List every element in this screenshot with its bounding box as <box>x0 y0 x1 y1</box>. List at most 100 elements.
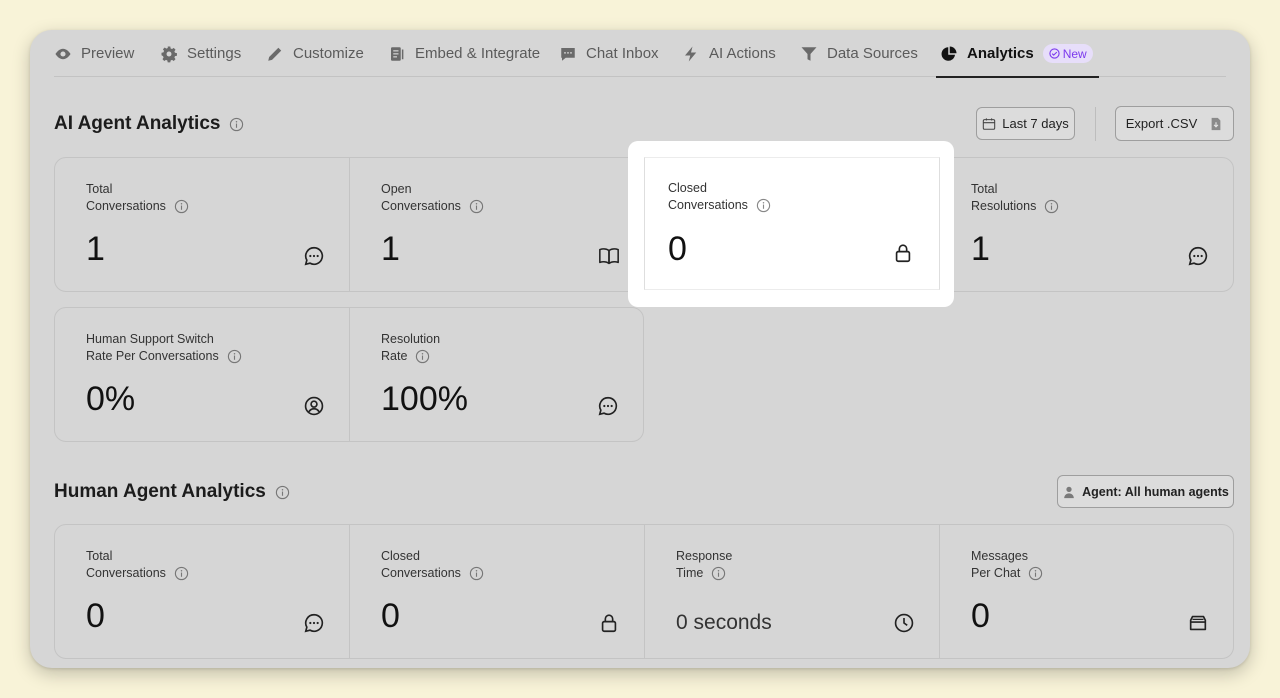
eye-icon <box>55 48 71 59</box>
card-label-line1: Human Support Switch <box>86 332 214 346</box>
pie-chart-icon <box>941 46 957 61</box>
calendar-icon <box>983 117 996 130</box>
card-value: 100% <box>381 380 468 418</box>
info-icon[interactable] <box>469 199 484 214</box>
card-label-line1: Closed <box>668 181 707 195</box>
card-value: 1 <box>86 230 105 268</box>
stat-card-human-switch-rate: Human Support Switch Rate Per Conversatio… <box>55 308 350 441</box>
info-icon[interactable] <box>174 566 189 581</box>
stat-card-open-conversations: Open Conversations 1 <box>350 158 645 291</box>
date-range-button[interactable]: Last 7 days <box>976 107 1075 140</box>
chat-bubble-icon <box>1188 246 1208 266</box>
card-label-line1: Total <box>971 182 998 196</box>
card-label-line1: Messages <box>971 549 1028 563</box>
card-value: 0 <box>86 597 105 635</box>
date-range-label: Last 7 days <box>1002 116 1069 131</box>
tab-label: Data Sources <box>827 45 918 62</box>
toolbar-divider <box>1095 107 1096 141</box>
tab-chat-inbox[interactable]: Chat Inbox <box>559 30 659 77</box>
info-icon[interactable] <box>756 198 771 213</box>
tab-label: Settings <box>187 45 242 62</box>
tab-settings[interactable]: Settings <box>160 30 241 77</box>
book-open-icon <box>599 248 619 265</box>
card-frame <box>644 157 940 290</box>
stat-card-human-total-conversations: Total Conversations 0 <box>55 525 350 658</box>
tab-bar: Preview Settings Customize Embed & Integ… <box>54 30 1226 78</box>
info-icon[interactable] <box>469 566 484 581</box>
new-badge: New <box>1042 44 1093 63</box>
info-icon[interactable] <box>275 485 290 500</box>
card-label-line1: Response <box>676 549 733 563</box>
agent-filter-button[interactable]: Agent: All human agents <box>1057 475 1234 508</box>
chat-bubble-icon <box>304 613 324 633</box>
card-label-line2: Per Chat <box>971 566 1021 580</box>
embed-icon <box>391 46 404 61</box>
card-value: 0 <box>668 230 687 268</box>
info-icon[interactable] <box>711 566 726 581</box>
tab-data-sources[interactable]: Data Sources <box>800 30 918 77</box>
tab-label: Customize <box>293 45 364 62</box>
export-label: Export .CSV <box>1125 116 1198 131</box>
info-icon[interactable] <box>415 349 430 364</box>
card-value: 1 <box>381 230 400 268</box>
stat-card-response-time: Response Time 0 seconds <box>645 525 940 658</box>
ai-section-title: AI Agent Analytics <box>54 113 244 135</box>
lock-icon <box>601 614 617 633</box>
tab-label: Embed & Integrate <box>415 45 541 62</box>
card-label-line1: Open <box>381 182 412 196</box>
card-label-line2: Conversations <box>668 198 748 212</box>
card-label-line2: Conversations <box>381 566 461 580</box>
card-value: 0 seconds <box>676 611 772 634</box>
analytics-window: Preview Settings Customize Embed & Integ… <box>30 30 1250 668</box>
card-label-line1: Resolution <box>381 332 441 346</box>
tab-preview[interactable]: Preview <box>54 30 134 77</box>
stat-card-resolution-rate: Resolution Rate 100% <box>350 308 643 441</box>
card-label-line2: Conversations <box>86 566 166 580</box>
tab-ai-actions[interactable]: AI Actions <box>682 30 776 77</box>
user-circle-icon <box>304 396 324 416</box>
info-icon[interactable] <box>229 117 244 132</box>
card-label-line2: Rate <box>381 349 408 363</box>
human-section-title: Human Agent Analytics <box>54 481 290 503</box>
section-title-text: Human Agent Analytics <box>54 481 266 502</box>
inbox-tray-icon <box>1189 615 1207 631</box>
chat-icon <box>561 47 575 61</box>
file-download-icon <box>1211 117 1221 130</box>
funnel-icon <box>801 46 817 61</box>
card-value: 1 <box>971 230 990 268</box>
chat-bubble-icon <box>598 396 618 416</box>
card-label-line2: Conversations <box>381 199 461 213</box>
info-icon[interactable] <box>174 199 189 214</box>
card-value: 0 <box>381 597 400 635</box>
badge-label: New <box>1062 46 1087 61</box>
info-icon[interactable] <box>1044 199 1059 214</box>
card-label-line2: Resolutions <box>971 199 1037 213</box>
tab-label: AI Actions <box>709 45 776 62</box>
gear-icon <box>161 46 177 62</box>
tab-analytics[interactable]: Analytics New <box>936 30 1099 78</box>
tab-label: Preview <box>81 45 135 62</box>
stat-card-human-closed-conversations: Closed Conversations 0 <box>350 525 645 658</box>
card-label-line2: Conversations <box>86 199 166 213</box>
info-icon[interactable] <box>227 349 242 364</box>
tab-label: Chat Inbox <box>586 45 659 62</box>
person-icon <box>1064 486 1074 498</box>
export-csv-button[interactable]: Export .CSV <box>1115 106 1234 141</box>
section-title-text: AI Agent Analytics <box>54 113 221 134</box>
agent-filter-label: Agent: All human agents <box>1082 484 1229 499</box>
stat-card-messages-per-chat: Messages Per Chat 0 <box>940 525 1233 658</box>
tab-embed-integrate[interactable]: Embed & Integrate <box>388 30 540 77</box>
chat-bubble-icon <box>304 246 324 266</box>
lock-icon <box>895 244 911 263</box>
card-label-line1: Total <box>86 182 113 196</box>
tab-label: Analytics <box>967 45 1034 62</box>
check-circle-icon <box>1049 48 1060 59</box>
card-label-line1: Closed <box>381 549 420 563</box>
clock-icon <box>894 613 914 633</box>
tab-customize[interactable]: Customize <box>266 30 364 77</box>
highlighted-closed-conversations-card[interactable]: Closed Conversations 0 <box>628 141 954 307</box>
bolt-icon <box>685 46 697 61</box>
stat-card-total-conversations: Total Conversations 1 <box>55 158 350 291</box>
info-icon[interactable] <box>1028 566 1043 581</box>
card-value: 0 <box>971 597 990 635</box>
